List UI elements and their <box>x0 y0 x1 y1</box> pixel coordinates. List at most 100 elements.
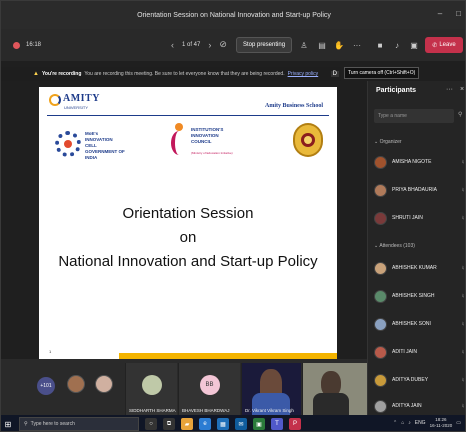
app-icon[interactable]: ▣ <box>253 418 265 430</box>
clock-date: 16-11-2020 <box>429 423 453 428</box>
search-options-icon[interactable]: ⚲ <box>458 111 462 118</box>
edge-icon[interactable]: e <box>199 418 211 430</box>
camera-icon[interactable]: ■ <box>374 39 386 51</box>
cortana-icon[interactable]: ○ <box>145 418 157 430</box>
participant-row[interactable]: SHRUTI JAIN ♮ <box>374 209 465 227</box>
microphone-icon[interactable]: ♪ <box>391 39 403 51</box>
minimize-icon[interactable]: – <box>438 9 442 18</box>
participant-search-input[interactable] <box>374 109 454 123</box>
title-bar: Orientation Session on National Innovati… <box>1 1 465 29</box>
taskbar-search-placeholder: Type here to search <box>30 421 75 427</box>
close-window-icon[interactable]: □ <box>456 9 461 18</box>
previous-slide-icon[interactable]: ‹ <box>171 40 174 50</box>
teams-window: Orientation Session on National Innovati… <box>0 0 466 432</box>
search-icon: ⚲ <box>24 421 28 427</box>
mic-line: GOVERNMENT OF INDIA <box>85 149 125 160</box>
video-tile[interactable] <box>302 363 367 415</box>
participant-row[interactable]: AMISHA NIGOTE ♮ <box>374 153 465 171</box>
avatar <box>374 345 387 359</box>
recording-banner: ▲ You're recording You are recording thi… <box>1 67 341 81</box>
tray-expand-icon[interactable]: ⌃ <box>393 420 397 426</box>
mic-muted-icon: ♮ <box>461 403 464 410</box>
avatar <box>374 183 387 197</box>
video-tile[interactable]: SIDDHARTH SHARMA <box>125 363 177 415</box>
next-slide-icon[interactable]: › <box>208 40 211 50</box>
notifications-icon[interactable]: ▭ <box>456 420 461 426</box>
slide-heading-line-1: Orientation Session <box>122 205 254 222</box>
avatar[interactable] <box>95 375 113 393</box>
participant-row[interactable]: ADITYA DUBEY ♮ <box>374 371 465 389</box>
iic-line: COUNCIL <box>191 139 212 144</box>
share-screen-icon[interactable]: ▣ <box>408 39 420 51</box>
taskbar-search[interactable]: ⚲ Type here to search <box>19 417 139 431</box>
amity-brand: AMITY <box>63 93 100 104</box>
raise-hand-icon[interactable]: ✋ <box>333 39 345 51</box>
dismiss-banner-icon[interactable]: D <box>330 71 339 77</box>
participants-title: Participants <box>376 87 417 94</box>
store-icon[interactable]: ▦ <box>217 418 229 430</box>
mic-muted-icon: ♮ <box>461 159 464 166</box>
participant-row[interactable]: ABHISHEK SINGH ♮ <box>374 287 465 305</box>
phone-icon: ✆ <box>432 42 438 49</box>
participant-row[interactable]: ABHISHEK SONI ♮ <box>374 315 465 333</box>
avatar <box>374 155 387 169</box>
recording-banner-text: You are recording this meeting. Be sure … <box>84 71 285 77</box>
emblem-seal-icon <box>293 123 323 157</box>
mic-muted-icon: ♮ <box>461 321 464 328</box>
slide-heading-line-3: National Innovation and Start-up Policy <box>58 253 318 270</box>
recording-indicator-icon <box>13 41 20 49</box>
more-actions-icon[interactable]: ··· <box>351 39 363 51</box>
file-explorer-icon[interactable]: ▰ <box>181 418 193 430</box>
privacy-policy-link[interactable]: Privacy policy <box>288 71 319 77</box>
video-tile[interactable]: BB BHAVESH BHARDWAJ <box>178 363 240 415</box>
panel-close-icon[interactable]: × <box>460 86 464 93</box>
network-icon[interactable]: ⌂ <box>401 420 404 426</box>
participant-name: AMISHA NIGOTE <box>392 159 432 165</box>
participant-row[interactable]: ADITYA JAIN ♮ <box>374 397 465 415</box>
iic-logo: INSTITUTION'S INNOVATION COUNCIL (Minist… <box>169 123 249 163</box>
avatar[interactable] <box>67 375 85 393</box>
tile-name: SIDDHARTH SHARMA <box>129 408 176 413</box>
video-tile[interactable]: Dr. Vikrant Vikram Singh <box>241 363 301 415</box>
powerpoint-icon[interactable]: P <box>289 418 301 430</box>
overflow-participants-badge[interactable]: +101 <box>37 377 55 395</box>
avatar <box>141 375 162 395</box>
participants-panel: Participants ··· × ⚲ ⌄ Organizer AMISHA … <box>367 81 465 415</box>
page-indicator: 1 of 47 <box>182 41 201 48</box>
leave-label: Leave <box>439 42 456 48</box>
mic-muted-icon: ♮ <box>461 187 464 194</box>
slide-pager: ‹ 1 of 47 › ⊘ <box>171 39 227 50</box>
teams-icon[interactable]: T <box>271 418 283 430</box>
camera-tooltip: Turn camera off (Ctrl+Shift+O) <box>344 67 420 79</box>
clock[interactable]: 18:26 16-11-2020 <box>430 417 453 429</box>
volume-icon[interactable]: ♪ <box>408 420 411 426</box>
mic-muted-icon: ♮ <box>461 349 464 356</box>
taskbar: ⊞ ⚲ Type here to search ○ ⧉ ▰ e ▦ ✉ ▣ T … <box>1 415 465 431</box>
participant-name: ADITI JAIN <box>392 349 418 355</box>
warning-icon: ▲ <box>33 71 39 77</box>
leave-button[interactable]: ✆ Leave <box>425 37 463 53</box>
avatar <box>374 289 387 303</box>
meeting-toolbar: 16:18 ‹ 1 of 47 › ⊘ Stop presenting ♙ ▤ … <box>1 29 465 61</box>
unsync-icon[interactable]: ⊘ <box>219 39 227 50</box>
mail-icon[interactable]: ✉ <box>235 418 247 430</box>
language-indicator[interactable]: ENG <box>415 420 426 426</box>
iic-figure-icon <box>169 123 189 157</box>
participant-row[interactable]: ABHISHEK KUMAR ♮ <box>374 259 465 277</box>
attendees-section-label: ⌄ Attendees (103) <box>374 243 415 249</box>
mic-line: INNOVATION CELL <box>85 137 113 148</box>
recording-banner-title: You're recording <box>41 71 82 77</box>
meeting-timer: 16:18 <box>26 42 42 48</box>
iic-tagline: (Ministry of Education Initiative) <box>191 151 233 155</box>
participant-row[interactable]: PRIYA BHADAURIA ♮ <box>374 181 465 199</box>
mic-muted-icon: ♮ <box>461 265 464 272</box>
panel-more-icon[interactable]: ··· <box>446 86 453 93</box>
school-name: Amity Business School <box>264 103 323 109</box>
avatar <box>374 211 387 225</box>
task-view-icon[interactable]: ⧉ <box>163 418 175 430</box>
participants-icon[interactable]: ♙ <box>298 39 310 51</box>
windows-start-icon[interactable]: ⊞ <box>1 415 15 431</box>
chat-icon[interactable]: ▤ <box>316 39 328 51</box>
stop-presenting-button[interactable]: Stop presenting <box>236 37 293 53</box>
participant-row[interactable]: ADITI JAIN ♮ <box>374 343 465 361</box>
